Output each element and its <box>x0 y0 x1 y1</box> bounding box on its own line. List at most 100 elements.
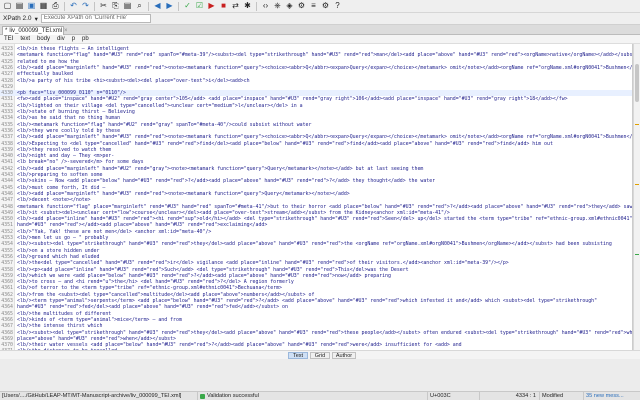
line-content[interactable]: <lb/>of terror to the <term type="tribe"… <box>17 285 282 291</box>
cut-icon[interactable]: ✂ <box>98 1 109 11</box>
insert-tag-icon[interactable]: ‹› <box>260 1 271 11</box>
tab-text[interactable]: Text <box>288 352 308 359</box>
line-content[interactable]: <metamark function="flag" place="marginl… <box>17 204 632 210</box>
undo-icon[interactable]: ↶ <box>68 1 79 11</box>
line-content[interactable]: <lb/>night and day – They <m>per- <box>17 153 114 159</box>
line-content[interactable]: <lb/>a party of his tribe <hi><subst><de… <box>17 78 250 84</box>
code-editor[interactable]: 4323 <lb/>in these flights – An intellige… <box>0 44 633 350</box>
lower-pane <box>0 359 640 391</box>
vertical-scrollbar[interactable] <box>633 44 640 350</box>
line-content[interactable]: <lb/><term type="animal">serpents</term>… <box>17 298 597 304</box>
ok-marker[interactable] <box>635 254 639 255</box>
validate-icon[interactable]: ✓ <box>182 1 193 11</box>
print-icon[interactable]: ⎙ <box>50 1 61 11</box>
tab-grid[interactable]: Grid <box>310 352 330 359</box>
line-content[interactable]: <lb break="no" />-severed</m> for some d… <box>17 159 144 165</box>
run-icon[interactable]: ▶ <box>206 1 217 11</box>
line-content[interactable]: <lb/>must come forth, It did – <box>17 185 105 191</box>
xpath-input-text: Execute XPath on 'Current File' <box>43 15 128 21</box>
line-content[interactable]: <lb/>which we were <add place="below" ha… <box>17 273 391 279</box>
line-content[interactable]: <lb/><p><add place="inline" hand="#U3" r… <box>17 267 409 273</box>
line-content[interactable]: hand="#U3" rend="red"></add><add place="… <box>17 222 267 228</box>
line-content[interactable]: <lb/>it <subst><del><unclear cert="low">… <box>17 210 450 216</box>
validation-ok-icon <box>200 393 205 399</box>
save-icon[interactable]: ▣ <box>26 1 37 11</box>
format-indent-icon[interactable]: ≡ <box>308 1 319 11</box>
line-content[interactable]: <lb/>they were coolly told by these <box>17 128 120 134</box>
breadcrumb-item[interactable]: TEI <box>4 36 13 42</box>
line-content[interactable]: <lb/>kinds of <term type="animal">mice</… <box>17 317 182 323</box>
xpath-version-label[interactable]: XPath 2.0 <box>3 15 32 22</box>
line-content[interactable]: related to me how the <box>17 59 79 65</box>
comment-icon[interactable]: ⎈ <box>272 1 283 11</box>
line-content[interactable]: <lb/>men let us go – " probably <box>17 235 108 241</box>
line-content[interactable]: hand="#U3" rend="red">fed</del><add plac… <box>17 304 288 310</box>
breadcrumb-item[interactable]: div <box>57 36 65 42</box>
line-content[interactable]: <lb/>from the <subst><del type="cancelle… <box>17 292 314 298</box>
line-content[interactable]: <lb/>state of burning thirst – Believing <box>17 109 135 115</box>
line-content[interactable]: <lb/><subst><del type="strikethrough" ha… <box>17 330 632 336</box>
new-file-icon[interactable]: ▢ <box>2 1 13 11</box>
editor-tab-label: liv_000099_TEI.xml <box>9 28 63 34</box>
tab-author[interactable]: Author <box>332 352 356 359</box>
settings-icon[interactable]: ⚙ <box>320 1 331 11</box>
line-content[interactable]: <lb/>as he said that no thing human <box>17 115 120 121</box>
line-content[interactable]: <pb facs="liv_000099_0110" n="0110"/> <box>17 90 126 96</box>
save-all-icon[interactable]: ▦ <box>38 1 49 11</box>
line-content[interactable]: <lb/>in these flights – An intelligent <box>17 46 129 52</box>
line-content[interactable]: <lb/>to cross – and <hi rend="u">the</hi… <box>17 279 294 285</box>
breadcrumb-item[interactable]: text <box>20 36 30 42</box>
editor-tab[interactable]: * liv_000099_TEI.xml × <box>2 26 68 35</box>
back-icon[interactable]: ◀ <box>152 1 163 11</box>
line-content[interactable]: <lb/>they resolved to watch them <box>17 147 111 153</box>
transform-icon[interactable]: ⇄ <box>230 1 241 11</box>
line-content[interactable]: place="above" hand="#U3" rend="red">when… <box>17 336 176 342</box>
line-content[interactable]: <lb/><add place="marginleft" hand="#U3" … <box>17 191 350 197</box>
line-content[interactable]: <lb/>lighted on their village <del type=… <box>17 103 303 109</box>
external-tool-icon[interactable]: ⚙ <box>296 1 307 11</box>
xpath-version-dropdown-icon[interactable]: ▾ <box>35 15 38 23</box>
breadcrumb-item[interactable]: p <box>72 36 75 42</box>
xpath-input[interactable]: Execute XPath on 'Current File' <box>40 14 151 23</box>
toolbar-separator <box>178 1 179 11</box>
line-content[interactable]: <lb/><add place="marginleft" hand="#U2" … <box>17 166 423 172</box>
check-wellformed-icon[interactable]: ☑ <box>194 1 205 11</box>
line-content[interactable]: <lb/>their water vessels <add place="bel… <box>17 342 462 348</box>
line-content[interactable]: <lb/><metamark function="flag" hand="#U2… <box>17 122 311 128</box>
line-content[interactable]: <fw><add place="inspace" hand="#U2" rend… <box>17 96 568 102</box>
find-icon[interactable]: ⌕ <box>134 1 145 11</box>
line-content[interactable]: <lb/><add place="marginleft" hand="#U3" … <box>17 134 632 140</box>
scrollbar-thumb[interactable] <box>635 64 639 102</box>
line-content[interactable]: <lb/>"Yak, Yak! these are not men</del> … <box>17 229 211 235</box>
line-content[interactable]: effectually baulked <box>17 71 73 77</box>
warning-marker[interactable] <box>635 124 639 125</box>
copy-icon[interactable]: ⎘ <box>110 1 121 11</box>
redo-icon[interactable]: ↷ <box>80 1 91 11</box>
line-content[interactable]: <lb/>on a store hidden under <box>17 248 99 254</box>
breadcrumb-item[interactable]: pb <box>82 36 89 42</box>
open-folder-icon[interactable]: ▤ <box>14 1 25 11</box>
debug-icon[interactable]: ✱ <box>242 1 253 11</box>
line-content[interactable]: <lb/>the<del type="cancelled" hand="#U3"… <box>17 260 509 266</box>
line-content[interactable]: <lb/>preparing to soften some <box>17 172 102 178</box>
line-content[interactable]: <lb/><add place="inline" hand="#U3" rend… <box>17 216 632 222</box>
status-validation[interactable]: Validation successful <box>198 392 428 400</box>
paste-icon[interactable]: ▤ <box>122 1 133 11</box>
help-icon[interactable]: ? <box>332 1 343 11</box>
line-content[interactable]: <lb/><add place="marginleft" hand="#U3" … <box>17 65 632 71</box>
warning-marker[interactable] <box>635 184 639 185</box>
forward-icon[interactable]: ▶ <box>164 1 175 11</box>
breadcrumb-item[interactable]: body <box>37 36 50 42</box>
stop-icon[interactable]: ■ <box>218 1 229 11</box>
line-content[interactable]: <lb/>ground which had eluded <box>17 254 99 260</box>
line-content[interactable]: <lb/>decent <note></note> <box>17 197 91 203</box>
line-content[interactable]: <lb/><subst><del type="strikethrough" ha… <box>17 241 612 247</box>
tag-icon[interactable]: ◈ <box>284 1 295 11</box>
close-tab-icon[interactable]: × <box>64 28 68 34</box>
status-messages[interactable]: 35 new mess... <box>584 392 640 400</box>
line-content[interactable]: <lb/>skins – Now <add place="below" hand… <box>17 178 435 184</box>
line-content[interactable]: <lb/>the intense thirst which <box>17 323 102 329</box>
line-content[interactable]: <lb/>Expecting to <del type="cancelled" … <box>17 141 553 147</box>
line-content[interactable]: <lb/>the multitudes of different <box>17 311 111 317</box>
line-content[interactable]: <metamark function="flag" hand="#U3" ren… <box>17 52 632 58</box>
